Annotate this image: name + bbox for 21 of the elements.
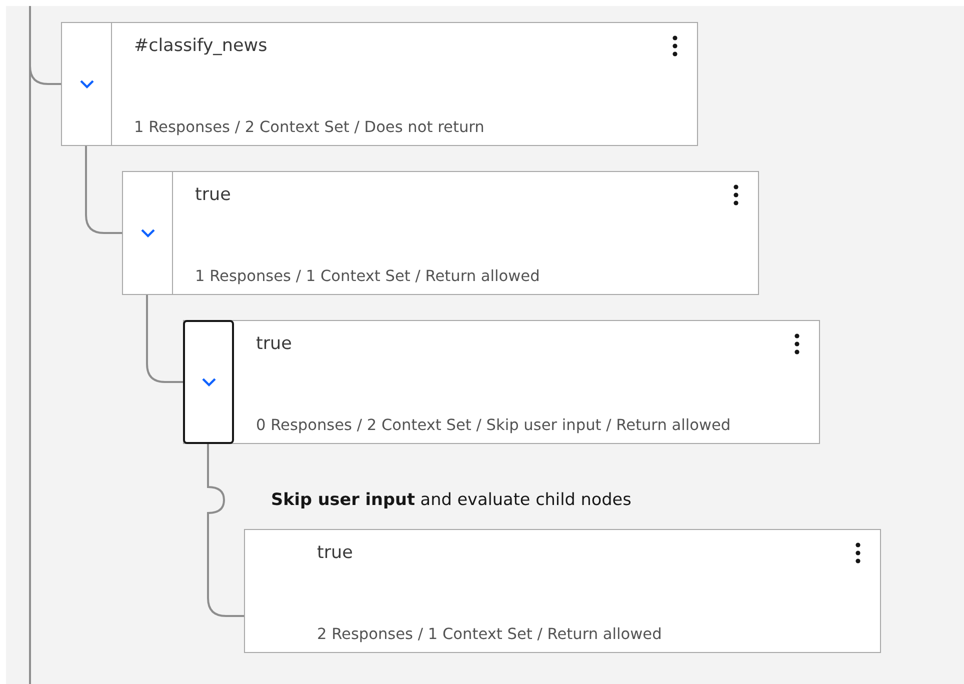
node-card[interactable]: true 0 Responses / 2 Context Set / Skip user input / Return allowed <box>183 320 820 444</box>
node-title: true <box>317 543 354 563</box>
chevron-icon <box>200 377 216 387</box>
expand-toggle[interactable] <box>183 320 234 444</box>
node-summary: 0 Responses / 2 Context Set / Skip user input / Return allowed <box>256 416 731 434</box>
overflow-menu-icon[interactable] <box>733 184 739 206</box>
chevron-icon <box>140 228 156 238</box>
node-card[interactable]: true 1 Responses / 1 Context Set / Return allowed <box>122 171 759 295</box>
node-summary: 1 Responses / 2 Context Set / Does not return <box>134 118 484 136</box>
overflow-menu-icon[interactable] <box>794 333 800 355</box>
skip-note: Skip user input and evaluate child nodes <box>271 489 632 509</box>
node-card[interactable]: true 2 Responses / 1 Context Set / Return allowed <box>244 529 881 653</box>
node-card[interactable]: #classify_news 1 Responses / 2 Context Set / Does not return <box>61 22 698 146</box>
node-title: #classify_news <box>134 36 268 56</box>
overflow-menu-icon[interactable] <box>672 35 678 57</box>
node-title: true <box>256 334 293 354</box>
node-title: true <box>195 185 232 205</box>
chevron-icon <box>78 79 94 89</box>
node-summary: 2 Responses / 1 Context Set / Return allowed <box>317 625 662 643</box>
node-summary: 1 Responses / 1 Context Set / Return allowed <box>195 267 540 285</box>
overflow-menu-icon[interactable] <box>855 542 861 564</box>
